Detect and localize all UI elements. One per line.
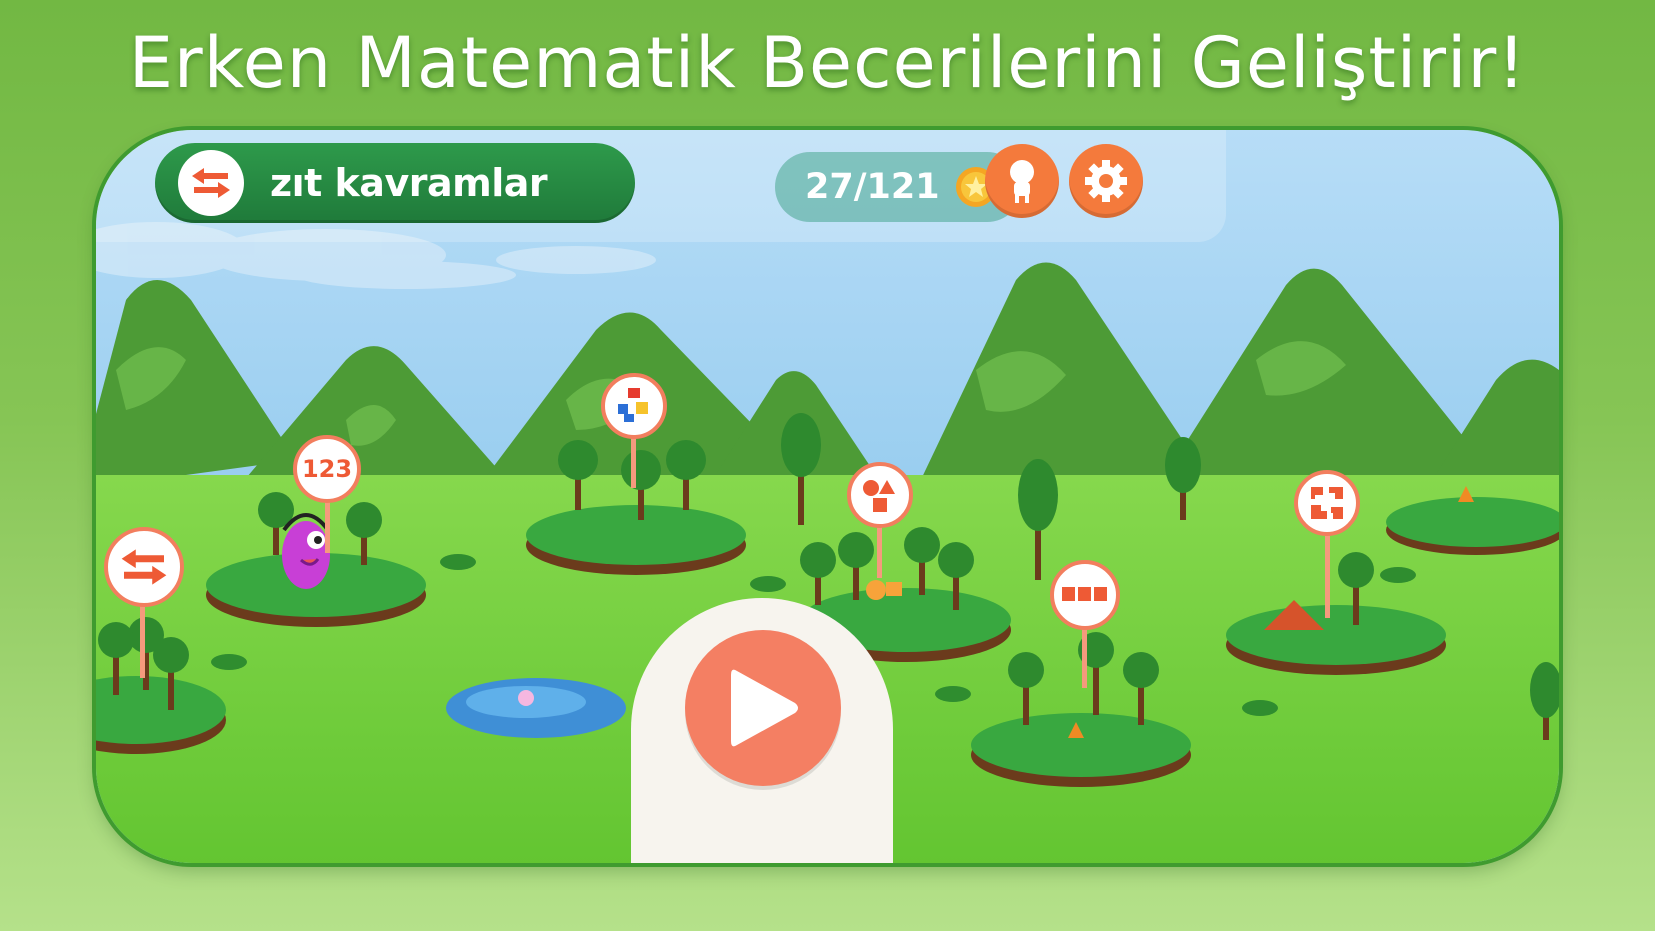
sign-patterns[interactable] <box>1050 560 1120 630</box>
sign-opposites[interactable] <box>104 527 184 607</box>
numbers-icon: 123 <box>301 455 353 483</box>
colored-blocks-icon <box>618 388 648 422</box>
monster-character <box>282 513 330 589</box>
sign-numbers[interactable]: 123 <box>293 435 361 503</box>
shapes-icon <box>863 480 895 512</box>
gear-icon <box>1085 160 1127 202</box>
game-frame: zıt kavramlar 27/121 123 <box>96 130 1559 863</box>
sign-shapes[interactable] <box>847 462 913 528</box>
headline: Erken Matematik Becerilerini Geliştirir! <box>128 22 1527 104</box>
sign-sorting[interactable] <box>601 373 667 439</box>
category-pill[interactable]: zıt kavramlar <box>155 143 635 223</box>
category-label: zıt kavramlar <box>270 161 548 205</box>
play-button[interactable] <box>685 630 841 786</box>
squares-row-icon <box>1062 587 1107 601</box>
score-text: 27/121 <box>805 167 940 207</box>
profile-button[interactable] <box>985 144 1059 218</box>
swap-arrows-icon <box>121 549 167 585</box>
settings-button[interactable] <box>1069 144 1143 218</box>
profile-icon <box>1010 160 1034 203</box>
play-icon <box>731 669 798 747</box>
puzzle-pieces-icon <box>1311 487 1343 519</box>
sign-puzzle[interactable] <box>1294 470 1360 536</box>
swap-arrows-icon <box>178 150 244 216</box>
play-panel <box>631 598 893 863</box>
top-bar: zıt kavramlar 27/121 <box>96 130 1226 242</box>
